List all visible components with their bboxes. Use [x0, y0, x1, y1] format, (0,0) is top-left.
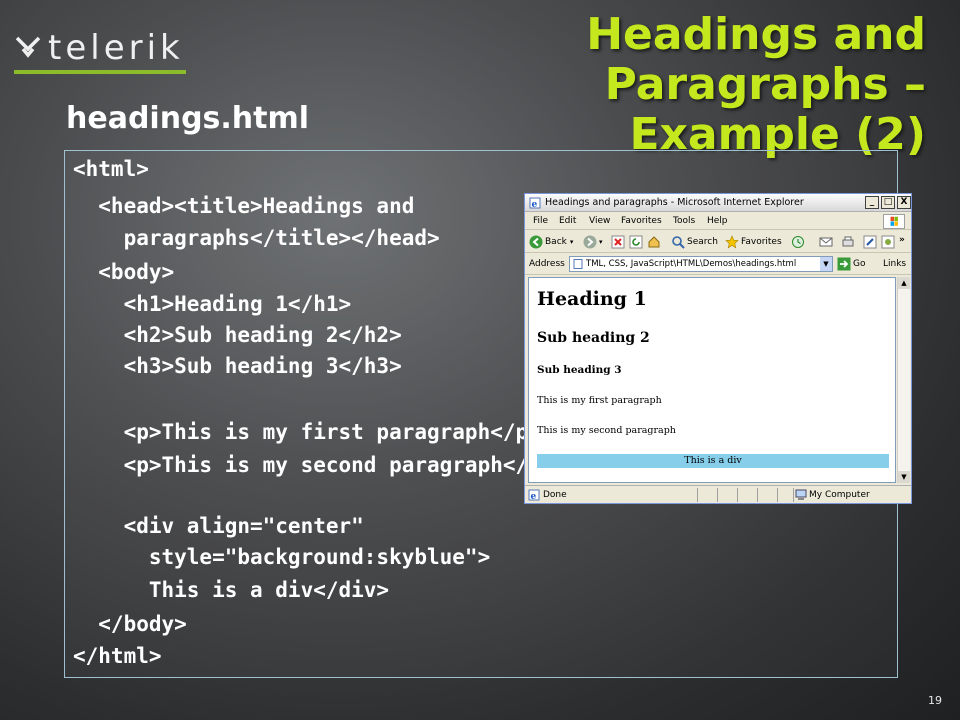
close-button[interactable]: X [897, 196, 911, 209]
status-divider [793, 488, 794, 502]
search-button[interactable]: Search [671, 235, 718, 249]
go-label: Go [853, 259, 866, 269]
edit-page-icon[interactable] [863, 235, 877, 249]
go-button[interactable]: Go [837, 257, 865, 271]
go-arrow-icon [837, 257, 851, 271]
forward-arrow-icon [583, 235, 597, 249]
maximize-button[interactable]: □ [881, 196, 895, 209]
code-line: <html> [73, 157, 149, 181]
discuss-icon[interactable] [881, 235, 895, 249]
code-line: <head><title>Headings and [73, 194, 415, 218]
ie-page-icon: e [529, 197, 541, 209]
address-value: TML, CSS, JavaScript\HTML\Demos\headings… [586, 259, 797, 269]
ie-title-bar: e Headings and paragraphs - Microsoft In… [525, 194, 911, 212]
favorites-label: Favorites [741, 237, 782, 247]
telerik-logo: telerik [14, 26, 186, 74]
address-dropdown-icon[interactable]: ▼ [820, 257, 832, 271]
scroll-down-icon[interactable]: ▼ [898, 471, 910, 483]
code-line: style="background:skyblue"> [73, 545, 491, 569]
code-line: <p>This is my first paragraph</p> [73, 420, 541, 444]
menu-tools[interactable]: Tools [673, 216, 695, 226]
security-zone: My Computer [809, 490, 870, 500]
back-label: Back [545, 237, 567, 247]
menu-edit[interactable]: Edit [559, 216, 576, 226]
logo-underline [14, 70, 186, 74]
slide-subtitle: headings.html [66, 101, 310, 136]
refresh-icon[interactable] [629, 235, 643, 249]
star-icon [725, 235, 739, 249]
ie-toolbar: Back ▾ ▾ Search Favorites » [525, 231, 911, 253]
status-text: Done [543, 490, 567, 500]
code-line: <div align="center" [73, 514, 364, 538]
vertical-scrollbar[interactable]: ▲ ▼ [897, 277, 910, 483]
code-line: This is a div</div> [73, 578, 390, 602]
status-divider [717, 488, 718, 502]
page-number: 19 [928, 694, 942, 707]
status-divider [777, 488, 778, 502]
menu-favorites[interactable]: Favorites [621, 216, 662, 226]
stop-icon[interactable] [611, 235, 625, 249]
scroll-up-icon[interactable]: ▲ [898, 277, 910, 289]
status-divider [737, 488, 738, 502]
ie-window-title: Headings and paragraphs - Microsoft Inte… [545, 197, 804, 208]
slide-title: Headings and Paragraphs – Example (2) [306, 10, 926, 160]
page-heading-3: Sub heading 3 [537, 364, 622, 376]
code-line: <h1>Heading 1</h1> [73, 292, 352, 316]
status-divider [757, 488, 758, 502]
search-icon [672, 236, 685, 249]
menu-help[interactable]: Help [707, 216, 728, 226]
ie-page-content: Heading 1 Sub heading 2 Sub heading 3 Th… [528, 277, 896, 483]
back-arrow-icon [529, 235, 543, 249]
links-button[interactable]: Links [883, 259, 906, 269]
toolbar-overflow-icon[interactable]: » [899, 235, 905, 245]
print-icon[interactable] [841, 235, 855, 249]
code-line: paragraphs</title></head> [73, 226, 440, 250]
code-line: </html> [73, 644, 162, 668]
code-line: <body> [73, 260, 175, 284]
back-button[interactable]: Back ▾ [529, 235, 573, 249]
logo-text: telerik [48, 28, 184, 68]
menu-file[interactable]: File [533, 216, 548, 226]
done-page-icon: e [528, 489, 540, 501]
svg-text:e: e [532, 200, 538, 209]
page-skyblue-div: This is a div [537, 454, 889, 468]
code-line: <h2>Sub heading 2</h2> [73, 323, 402, 347]
ie-menu-bar: File Edit View Favorites Tools Help [525, 213, 911, 230]
ie-browser-window: e Headings and paragraphs - Microsoft In… [524, 193, 912, 504]
history-icon[interactable] [791, 235, 805, 249]
ie-status-bar: e Done My Computer [525, 485, 911, 503]
home-icon[interactable] [647, 235, 661, 249]
slide-title-line-1: Headings and Paragraphs – [586, 9, 926, 110]
forward-button[interactable]: ▾ [583, 235, 603, 249]
minimize-button[interactable]: _ [865, 196, 879, 209]
page-icon [573, 259, 583, 269]
favorites-button[interactable]: Favorites [725, 235, 782, 249]
page-heading-2: Sub heading 2 [537, 330, 650, 346]
page-paragraph-1: This is my first paragraph [537, 395, 662, 406]
telerik-logo-mark-icon [15, 36, 41, 58]
page-paragraph-2: This is my second paragraph [537, 425, 676, 436]
my-computer-icon [795, 489, 807, 500]
menu-view[interactable]: View [589, 216, 610, 226]
ie-address-bar: Address TML, CSS, JavaScript\HTML\Demos\… [525, 254, 911, 275]
address-input[interactable]: TML, CSS, JavaScript\HTML\Demos\headings… [569, 256, 833, 272]
status-divider [697, 488, 698, 502]
search-label: Search [687, 237, 718, 247]
code-line: <p>This is my second paragraph</p> [73, 453, 554, 477]
svg-text:e: e [531, 492, 537, 501]
windows-logo-icon [883, 214, 905, 229]
code-line: </body> [73, 612, 187, 636]
code-line: <h3>Sub heading 3</h3> [73, 354, 402, 378]
mail-icon[interactable] [819, 235, 833, 249]
address-label: Address [529, 259, 565, 269]
page-heading-1: Heading 1 [537, 288, 647, 310]
